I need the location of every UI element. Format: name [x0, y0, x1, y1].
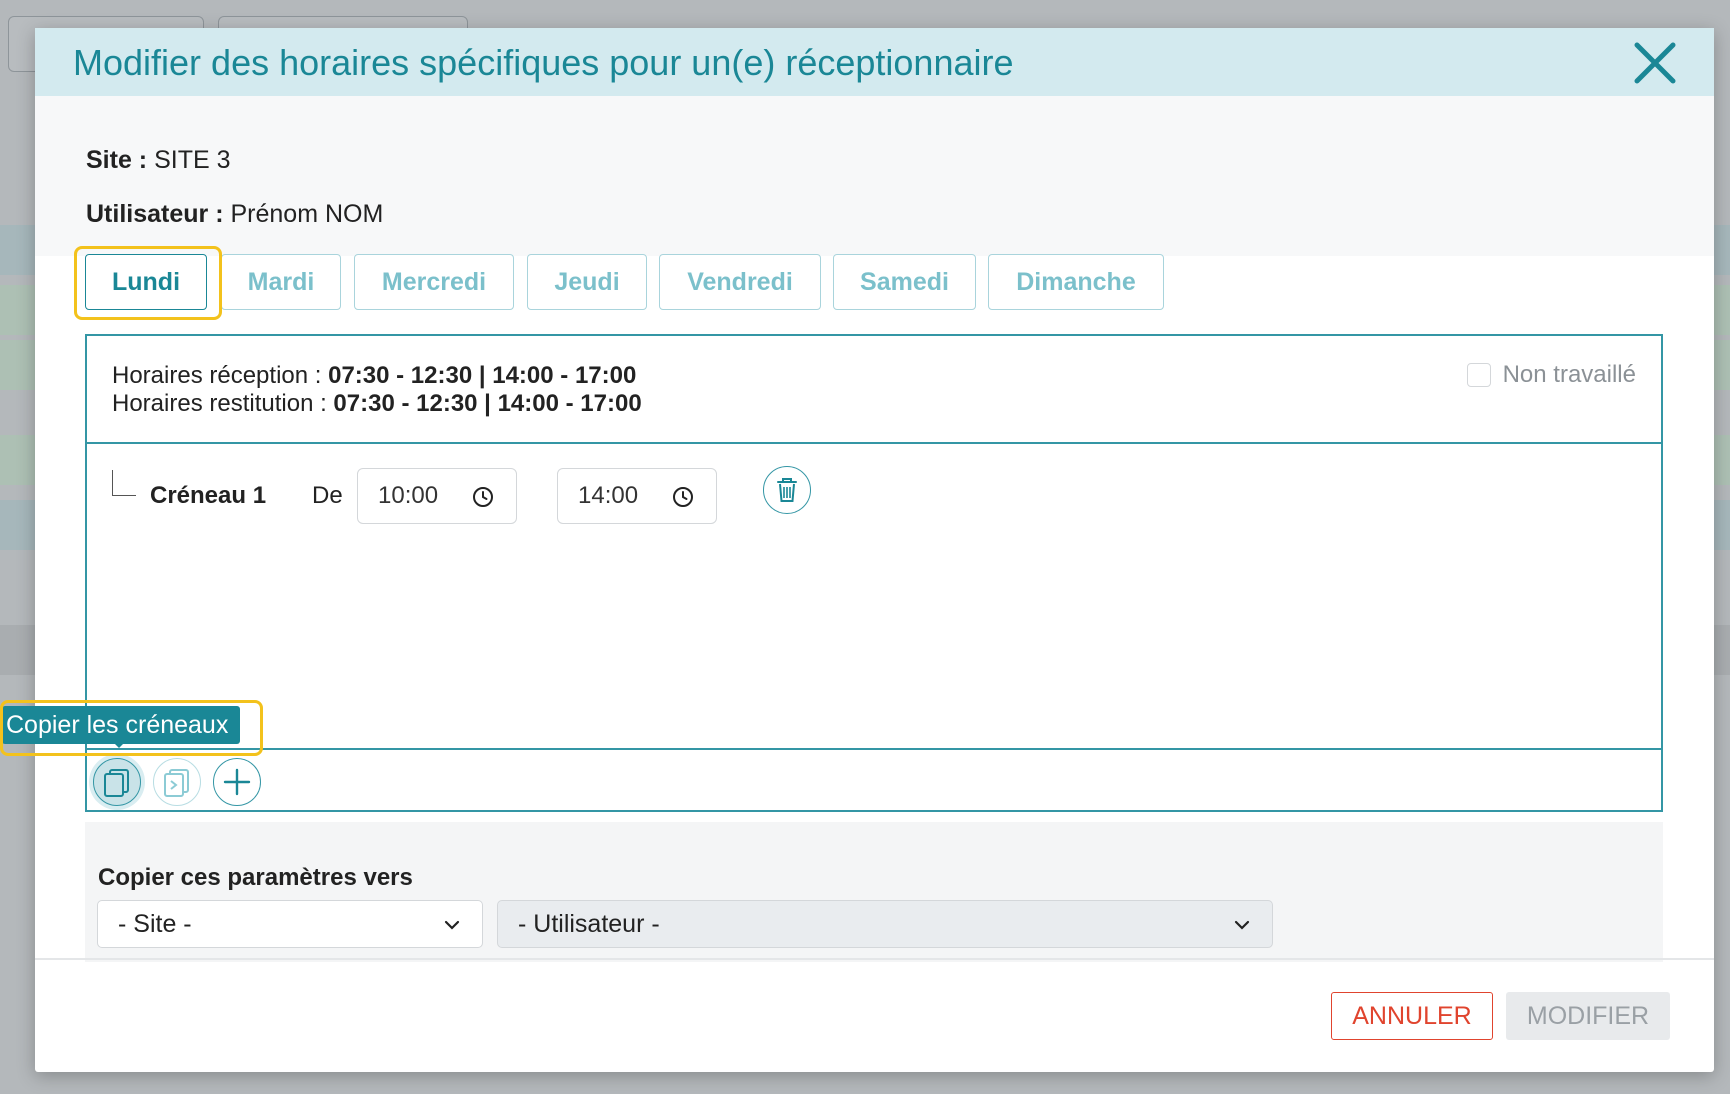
- restitution-hours-label: Horaires restitution :: [112, 390, 334, 417]
- schedule-panel: Horaires réception : 07:30 - 12:30 | 14:…: [85, 334, 1663, 812]
- chevron-down-icon: [1234, 920, 1250, 930]
- from-time-value: 10:00: [378, 482, 439, 509]
- clock-icon: [673, 487, 693, 507]
- copy-params-title: Copier ces paramètres vers: [98, 864, 413, 891]
- restitution-hours-value: 07:30 - 12:30 | 14:00 - 17:00: [333, 390, 642, 417]
- paste-icon: [164, 769, 189, 797]
- schedule-modal: Modifier des horaires spécifiques pour u…: [35, 28, 1714, 1072]
- tab-samedi[interactable]: Samedi: [833, 254, 976, 310]
- tab-mercredi[interactable]: Mercredi: [354, 254, 514, 310]
- user-info: Utilisateur : Prénom NOM: [86, 200, 383, 229]
- non-worked-label: Non travaillé: [1502, 361, 1636, 388]
- site-info: Site : SITE 3: [86, 146, 231, 175]
- tab-mardi[interactable]: Mardi: [221, 254, 341, 310]
- tab-lundi[interactable]: Lundi: [85, 254, 207, 310]
- hours-summary: Horaires réception : 07:30 - 12:30 | 14:…: [87, 336, 1661, 444]
- paste-slots-button[interactable]: [153, 758, 201, 806]
- add-slot-button[interactable]: [213, 758, 261, 806]
- tooltip-arrow: [113, 742, 125, 748]
- non-worked-toggle[interactable]: Non travaillé: [1466, 361, 1636, 389]
- non-worked-checkbox[interactable]: [1466, 363, 1491, 387]
- to-time-input[interactable]: 14:00: [557, 468, 717, 524]
- user-select-value: - Utilisateur -: [518, 909, 660, 938]
- delete-slot-button[interactable]: [763, 466, 811, 514]
- user-value: Prénom NOM: [223, 200, 384, 228]
- close-icon: [1634, 42, 1676, 84]
- footer-divider: [35, 958, 1714, 960]
- site-select-value: - Site -: [118, 909, 192, 938]
- tab-jeudi[interactable]: Jeudi: [527, 254, 647, 310]
- user-label: Utilisateur :: [86, 200, 224, 228]
- from-time-input[interactable]: 10:00: [357, 468, 517, 524]
- from-label: De: [312, 482, 343, 509]
- site-label: Site :: [86, 146, 148, 174]
- plus-icon: [223, 768, 251, 796]
- copy-slots-button[interactable]: [93, 758, 141, 806]
- reception-hours-label: Horaires réception :: [112, 362, 329, 389]
- modify-button[interactable]: MODIFIER: [1506, 992, 1670, 1040]
- tree-connector: [112, 470, 136, 496]
- cancel-button[interactable]: ANNULER: [1331, 992, 1493, 1040]
- tab-dimanche[interactable]: Dimanche: [988, 254, 1164, 310]
- copy-slots-tooltip: Copier les créneaux: [2, 706, 241, 744]
- close-button[interactable]: [1632, 40, 1678, 86]
- reception-hours-value: 07:30 - 12:30 | 14:00 - 17:00: [328, 362, 637, 389]
- clock-icon: [473, 487, 493, 507]
- info-section: Site : SITE 3 Utilisateur : Prénom NOM: [35, 96, 1714, 256]
- copy-params-section: Copier ces paramètres vers - Site - - Ut…: [85, 822, 1663, 962]
- site-select[interactable]: - Site -: [97, 900, 483, 948]
- slot-label: Créneau 1: [150, 482, 267, 509]
- reception-hours: Horaires réception : 07:30 - 12:30 | 14:…: [112, 362, 636, 390]
- chevron-down-icon: [444, 920, 460, 930]
- site-value: SITE 3: [147, 146, 231, 174]
- slot-actions-bar: [87, 748, 1661, 812]
- modal-header: Modifier des horaires spécifiques pour u…: [35, 28, 1714, 96]
- tab-vendredi[interactable]: Vendredi: [659, 254, 821, 310]
- copy-icon: [104, 769, 129, 797]
- user-select[interactable]: - Utilisateur -: [497, 900, 1273, 948]
- to-time-value: 14:00: [578, 482, 639, 509]
- restitution-hours: Horaires restitution : 07:30 - 12:30 | 1…: [112, 390, 642, 418]
- trash-icon: [777, 478, 797, 502]
- modal-title: Modifier des horaires spécifiques pour u…: [73, 42, 1014, 83]
